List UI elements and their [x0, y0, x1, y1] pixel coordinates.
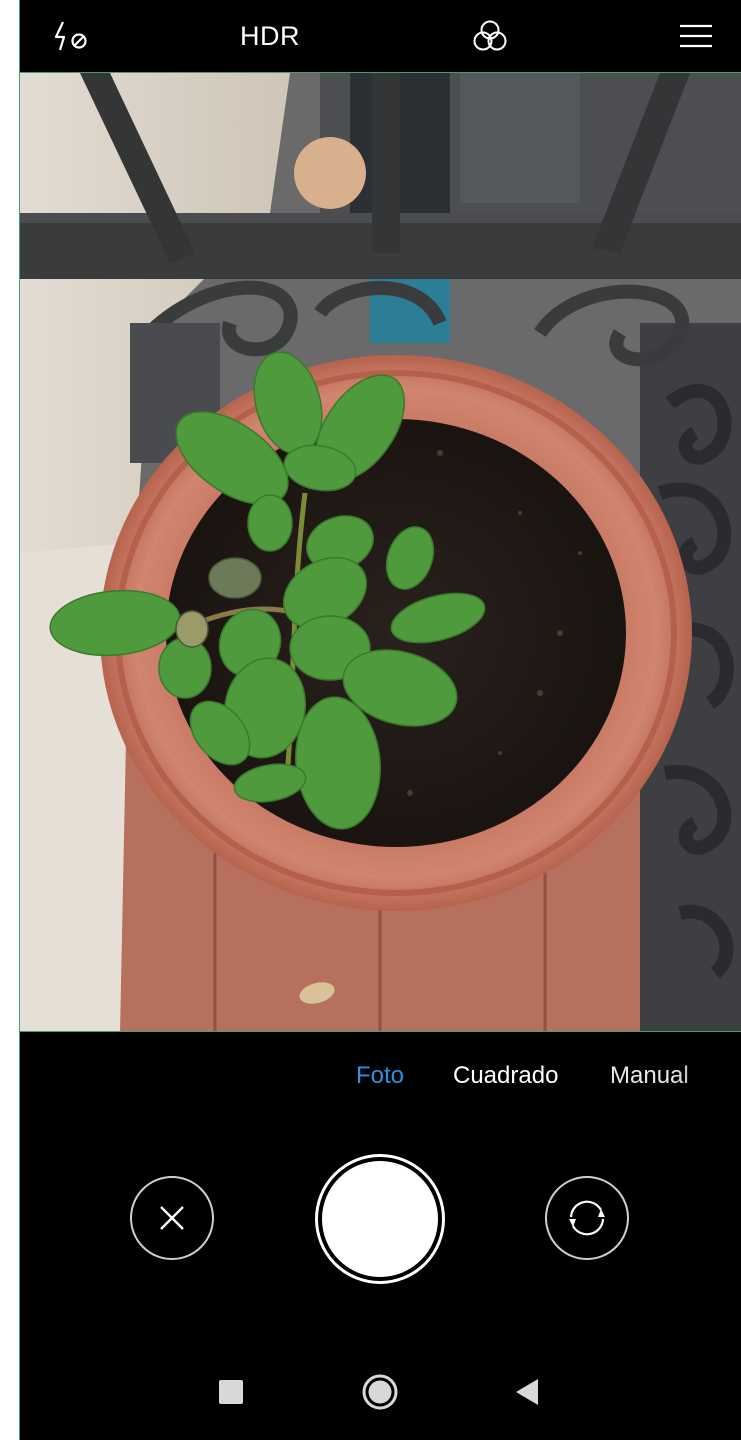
- switch-camera-button[interactable]: [545, 1176, 629, 1260]
- flash-toggle-button[interactable]: [40, 14, 100, 58]
- filters-button[interactable]: [465, 14, 515, 58]
- system-navigation-bar: [20, 1360, 741, 1424]
- viewfinder-scene: [20, 73, 741, 1031]
- filters-icon: [473, 20, 507, 51]
- recent-apps-icon: [219, 1380, 243, 1404]
- hamburger-menu-icon: [680, 24, 712, 48]
- camera-app: HDR Foto Cuadrado Manual: [20, 0, 741, 1440]
- home-button[interactable]: [360, 1372, 400, 1412]
- shutter-button[interactable]: [315, 1154, 445, 1284]
- mode-foto[interactable]: Foto: [356, 1062, 404, 1090]
- shutter-button-inner: [322, 1161, 438, 1277]
- switch-camera-icon: [569, 1200, 605, 1236]
- back-button[interactable]: [507, 1372, 547, 1412]
- camera-mode-selector: Foto Cuadrado Manual: [20, 1062, 741, 1102]
- settings-menu-button[interactable]: [670, 14, 722, 58]
- mode-cuadrado[interactable]: Cuadrado: [453, 1062, 558, 1090]
- camera-top-bar: HDR: [20, 0, 741, 72]
- flash-off-icon: [54, 21, 87, 51]
- home-icon: [362, 1374, 398, 1410]
- hdr-label: HDR: [240, 20, 300, 51]
- hdr-toggle-button[interactable]: HDR: [225, 14, 315, 58]
- screen-edge: [0, 0, 20, 1440]
- mode-fade-edge: [675, 1062, 741, 1102]
- camera-viewfinder[interactable]: [20, 72, 741, 1032]
- close-icon: [160, 1206, 184, 1230]
- back-icon: [516, 1379, 538, 1405]
- cancel-button[interactable]: [130, 1176, 214, 1260]
- recent-apps-button[interactable]: [211, 1372, 251, 1412]
